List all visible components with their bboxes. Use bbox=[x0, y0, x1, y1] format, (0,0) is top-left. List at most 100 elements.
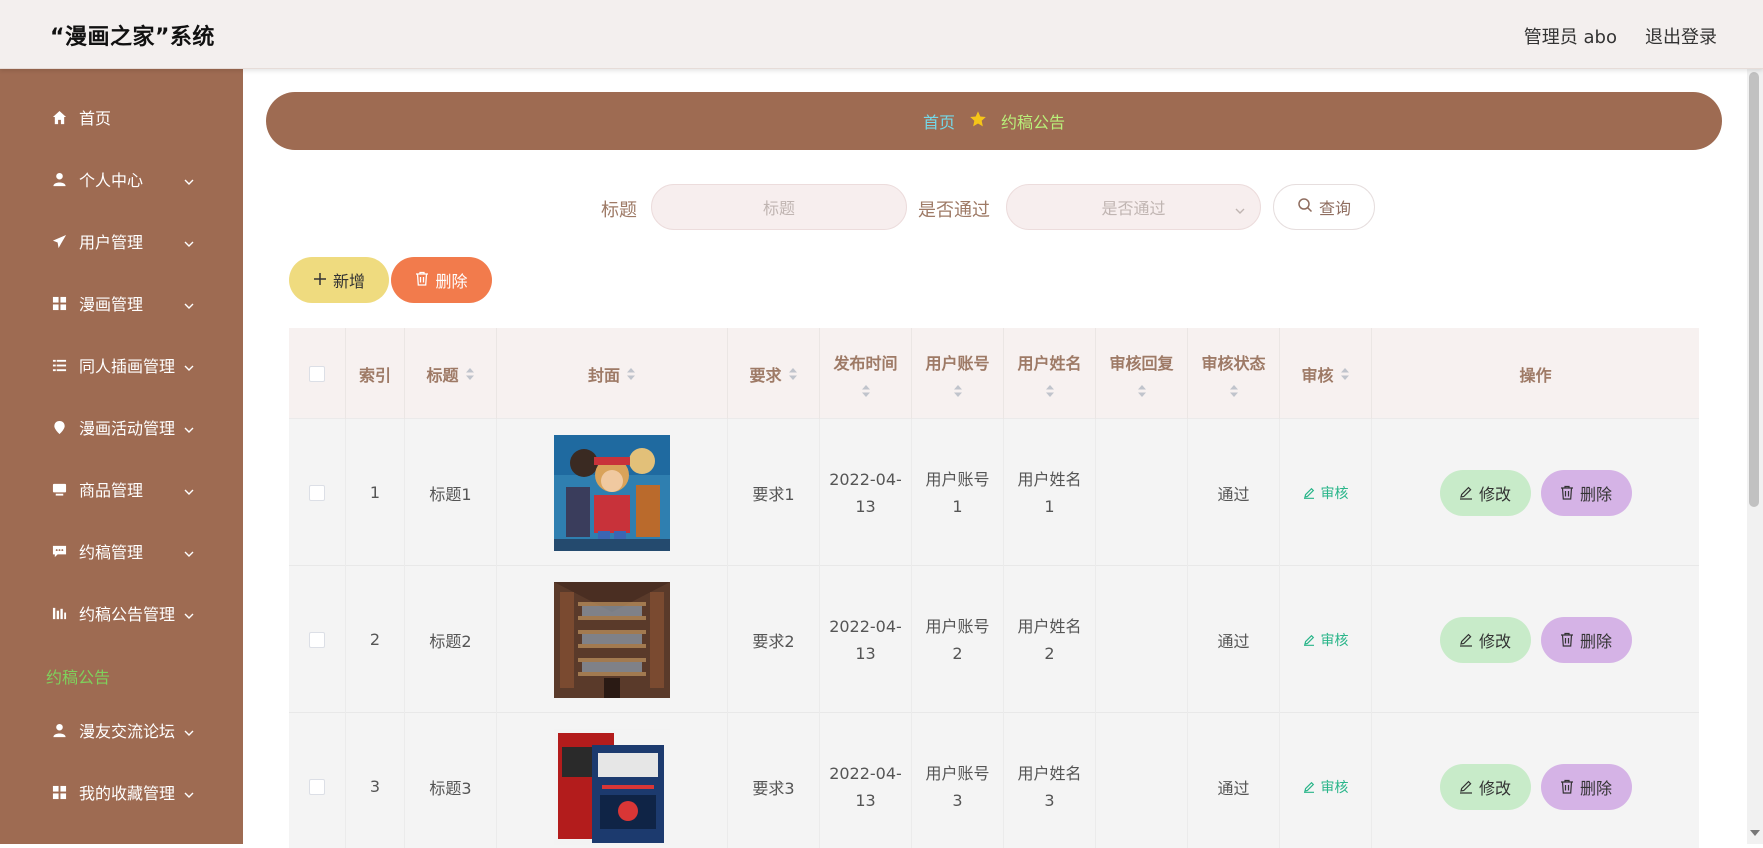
row-name-part: 2 bbox=[1044, 643, 1055, 663]
header-select-all bbox=[289, 328, 346, 419]
batch-delete-button[interactable]: 删除 bbox=[391, 257, 492, 303]
header-requirement[interactable]: 要求 bbox=[728, 328, 820, 419]
sidebar-item-forum[interactable]: 漫友交流论坛 bbox=[0, 699, 243, 761]
edit-button[interactable]: 修改 bbox=[1439, 763, 1531, 810]
row-operations: 修改 删除 bbox=[1372, 713, 1699, 848]
sidebar-item-comic-activity-management[interactable]: 漫画活动管理 bbox=[0, 396, 243, 458]
header-publish-time[interactable]: 发布时间 bbox=[820, 328, 912, 419]
row-date-part: 13 bbox=[855, 643, 876, 663]
sort-icon[interactable] bbox=[788, 367, 798, 381]
header-title[interactable]: 标题 bbox=[405, 328, 497, 419]
sidebar-item-home[interactable]: 首页 bbox=[0, 86, 243, 148]
row-account-part: 1 bbox=[952, 496, 963, 516]
table-header: 索引 标题 封面 要求 发布时间 用户账号 用户姓名 审核回复 审核状态 审核 … bbox=[289, 328, 1699, 419]
header-review-status-label: 审核状态 bbox=[1201, 353, 1266, 373]
sort-icon[interactable] bbox=[626, 367, 636, 381]
sort-icon[interactable] bbox=[1137, 384, 1147, 398]
header-operation: 操作 bbox=[1372, 328, 1699, 419]
sort-icon[interactable] bbox=[1340, 367, 1350, 381]
row-checkbox[interactable] bbox=[309, 484, 325, 501]
select-all-checkbox[interactable] bbox=[309, 365, 325, 382]
chevron-down-icon bbox=[183, 545, 195, 557]
chevron-down-icon bbox=[183, 297, 195, 309]
sidebar-item-personal-center[interactable]: 个人中心 bbox=[0, 148, 243, 210]
delete-button-label: 删除 bbox=[1579, 484, 1612, 504]
row-review-cell: 审核 bbox=[1280, 419, 1372, 566]
review-link[interactable]: 审核 bbox=[1303, 483, 1349, 503]
header-user-account-label: 用户账号 bbox=[925, 353, 990, 373]
row-checkbox[interactable] bbox=[309, 778, 325, 795]
location-pin-icon bbox=[51, 419, 67, 435]
row-checkbox[interactable] bbox=[309, 631, 325, 648]
edit-button[interactable]: 修改 bbox=[1439, 616, 1531, 663]
delete-button[interactable]: 删除 bbox=[1540, 616, 1632, 663]
review-link[interactable]: 审核 bbox=[1303, 630, 1349, 650]
review-link[interactable]: 审核 bbox=[1303, 777, 1349, 797]
sidebar-item-commission-notice-management[interactable]: 约稿公告管理 bbox=[0, 582, 243, 644]
grid-icon bbox=[51, 784, 67, 800]
scrollbar-thumb[interactable] bbox=[1749, 72, 1759, 507]
row-user-name: 用户姓名 1 bbox=[1004, 419, 1096, 566]
sidebar-item-product-management[interactable]: 商品管理 bbox=[0, 458, 243, 520]
trash-icon bbox=[415, 271, 429, 290]
header-review-reply[interactable]: 审核回复 bbox=[1096, 328, 1188, 419]
sidebar-item-label: 同人插画管理 bbox=[79, 357, 176, 376]
add-button-label: 新增 bbox=[332, 272, 365, 291]
sort-icon[interactable] bbox=[465, 367, 475, 381]
pass-filter-select[interactable]: 是否通过 bbox=[1006, 184, 1261, 230]
sidebar-item-label: 漫画管理 bbox=[79, 295, 144, 314]
header-user-name[interactable]: 用户姓名 bbox=[1004, 328, 1096, 419]
cover-image[interactable] bbox=[554, 581, 670, 698]
row-name-part: 1 bbox=[1044, 496, 1055, 516]
row-account-part: 用户账号 bbox=[925, 616, 990, 636]
breadcrumb-home[interactable]: 首页 bbox=[923, 109, 955, 133]
chevron-down-icon bbox=[183, 786, 195, 798]
sort-icon[interactable] bbox=[1045, 384, 1055, 398]
list-icon bbox=[51, 357, 67, 373]
sidebar-item-favorites-management[interactable]: 我的收藏管理 bbox=[0, 761, 243, 823]
header-user-account[interactable]: 用户账号 bbox=[912, 328, 1004, 419]
row-publish-time: 2022-04- 13 bbox=[820, 566, 912, 713]
table-row: 2 标题2 要求2 2022-04- 13 用户账号 2 用户姓名 2 通过 审… bbox=[289, 566, 1699, 713]
row-user-account: 用户账号 2 bbox=[912, 566, 1004, 713]
title-search-input[interactable]: 标题 bbox=[651, 184, 907, 230]
edit-pen-icon bbox=[1303, 781, 1314, 793]
sort-icon[interactable] bbox=[861, 384, 871, 398]
add-button[interactable]: 新增 bbox=[289, 257, 389, 303]
sidebar-item-label: 用户管理 bbox=[79, 233, 144, 252]
header-review-status[interactable]: 审核状态 bbox=[1188, 328, 1280, 419]
row-name-part: 用户姓名 bbox=[1017, 763, 1082, 783]
app-title: “漫画之家”系统 bbox=[50, 25, 215, 50]
header-title-label: 标题 bbox=[426, 365, 459, 385]
sidebar-subitem-commission-notice[interactable]: 约稿公告 bbox=[46, 664, 110, 688]
sidebar-item-user-management[interactable]: 用户管理 bbox=[0, 210, 243, 272]
sort-icon[interactable] bbox=[1229, 384, 1239, 398]
header-cover[interactable]: 封面 bbox=[497, 328, 728, 419]
row-cover-cell bbox=[497, 419, 728, 566]
header-requirement-label: 要求 bbox=[749, 365, 782, 385]
chevron-down-icon bbox=[183, 724, 195, 736]
sort-icon[interactable] bbox=[953, 384, 963, 398]
review-link-label: 审核 bbox=[1320, 485, 1349, 502]
row-select-cell bbox=[289, 566, 346, 713]
paper-plane-icon bbox=[51, 233, 67, 249]
row-requirement: 要求1 bbox=[728, 419, 820, 566]
row-user-account: 用户账号 3 bbox=[912, 713, 1004, 848]
sidebar-item-commission-management[interactable]: 约稿管理 bbox=[0, 520, 243, 582]
grid-icon bbox=[51, 295, 67, 311]
trash-icon bbox=[1560, 485, 1573, 500]
delete-button[interactable]: 删除 bbox=[1540, 763, 1632, 810]
row-title: 标题2 bbox=[405, 566, 497, 713]
sidebar-item-comic-management[interactable]: 漫画管理 bbox=[0, 272, 243, 334]
cover-image[interactable] bbox=[554, 434, 670, 551]
logout-link[interactable]: 退出登录 bbox=[1645, 23, 1717, 49]
edit-button[interactable]: 修改 bbox=[1439, 469, 1531, 516]
cover-image[interactable] bbox=[554, 728, 670, 845]
sidebar-item-fan-art-management[interactable]: 同人插画管理 bbox=[0, 334, 243, 396]
scroll-down-arrow-icon[interactable] bbox=[1750, 830, 1760, 836]
header-review[interactable]: 审核 bbox=[1280, 328, 1372, 419]
query-button[interactable]: 查询 bbox=[1273, 184, 1375, 230]
user-icon bbox=[51, 171, 67, 187]
delete-button[interactable]: 删除 bbox=[1540, 469, 1632, 516]
edit-button-label: 修改 bbox=[1478, 778, 1511, 798]
